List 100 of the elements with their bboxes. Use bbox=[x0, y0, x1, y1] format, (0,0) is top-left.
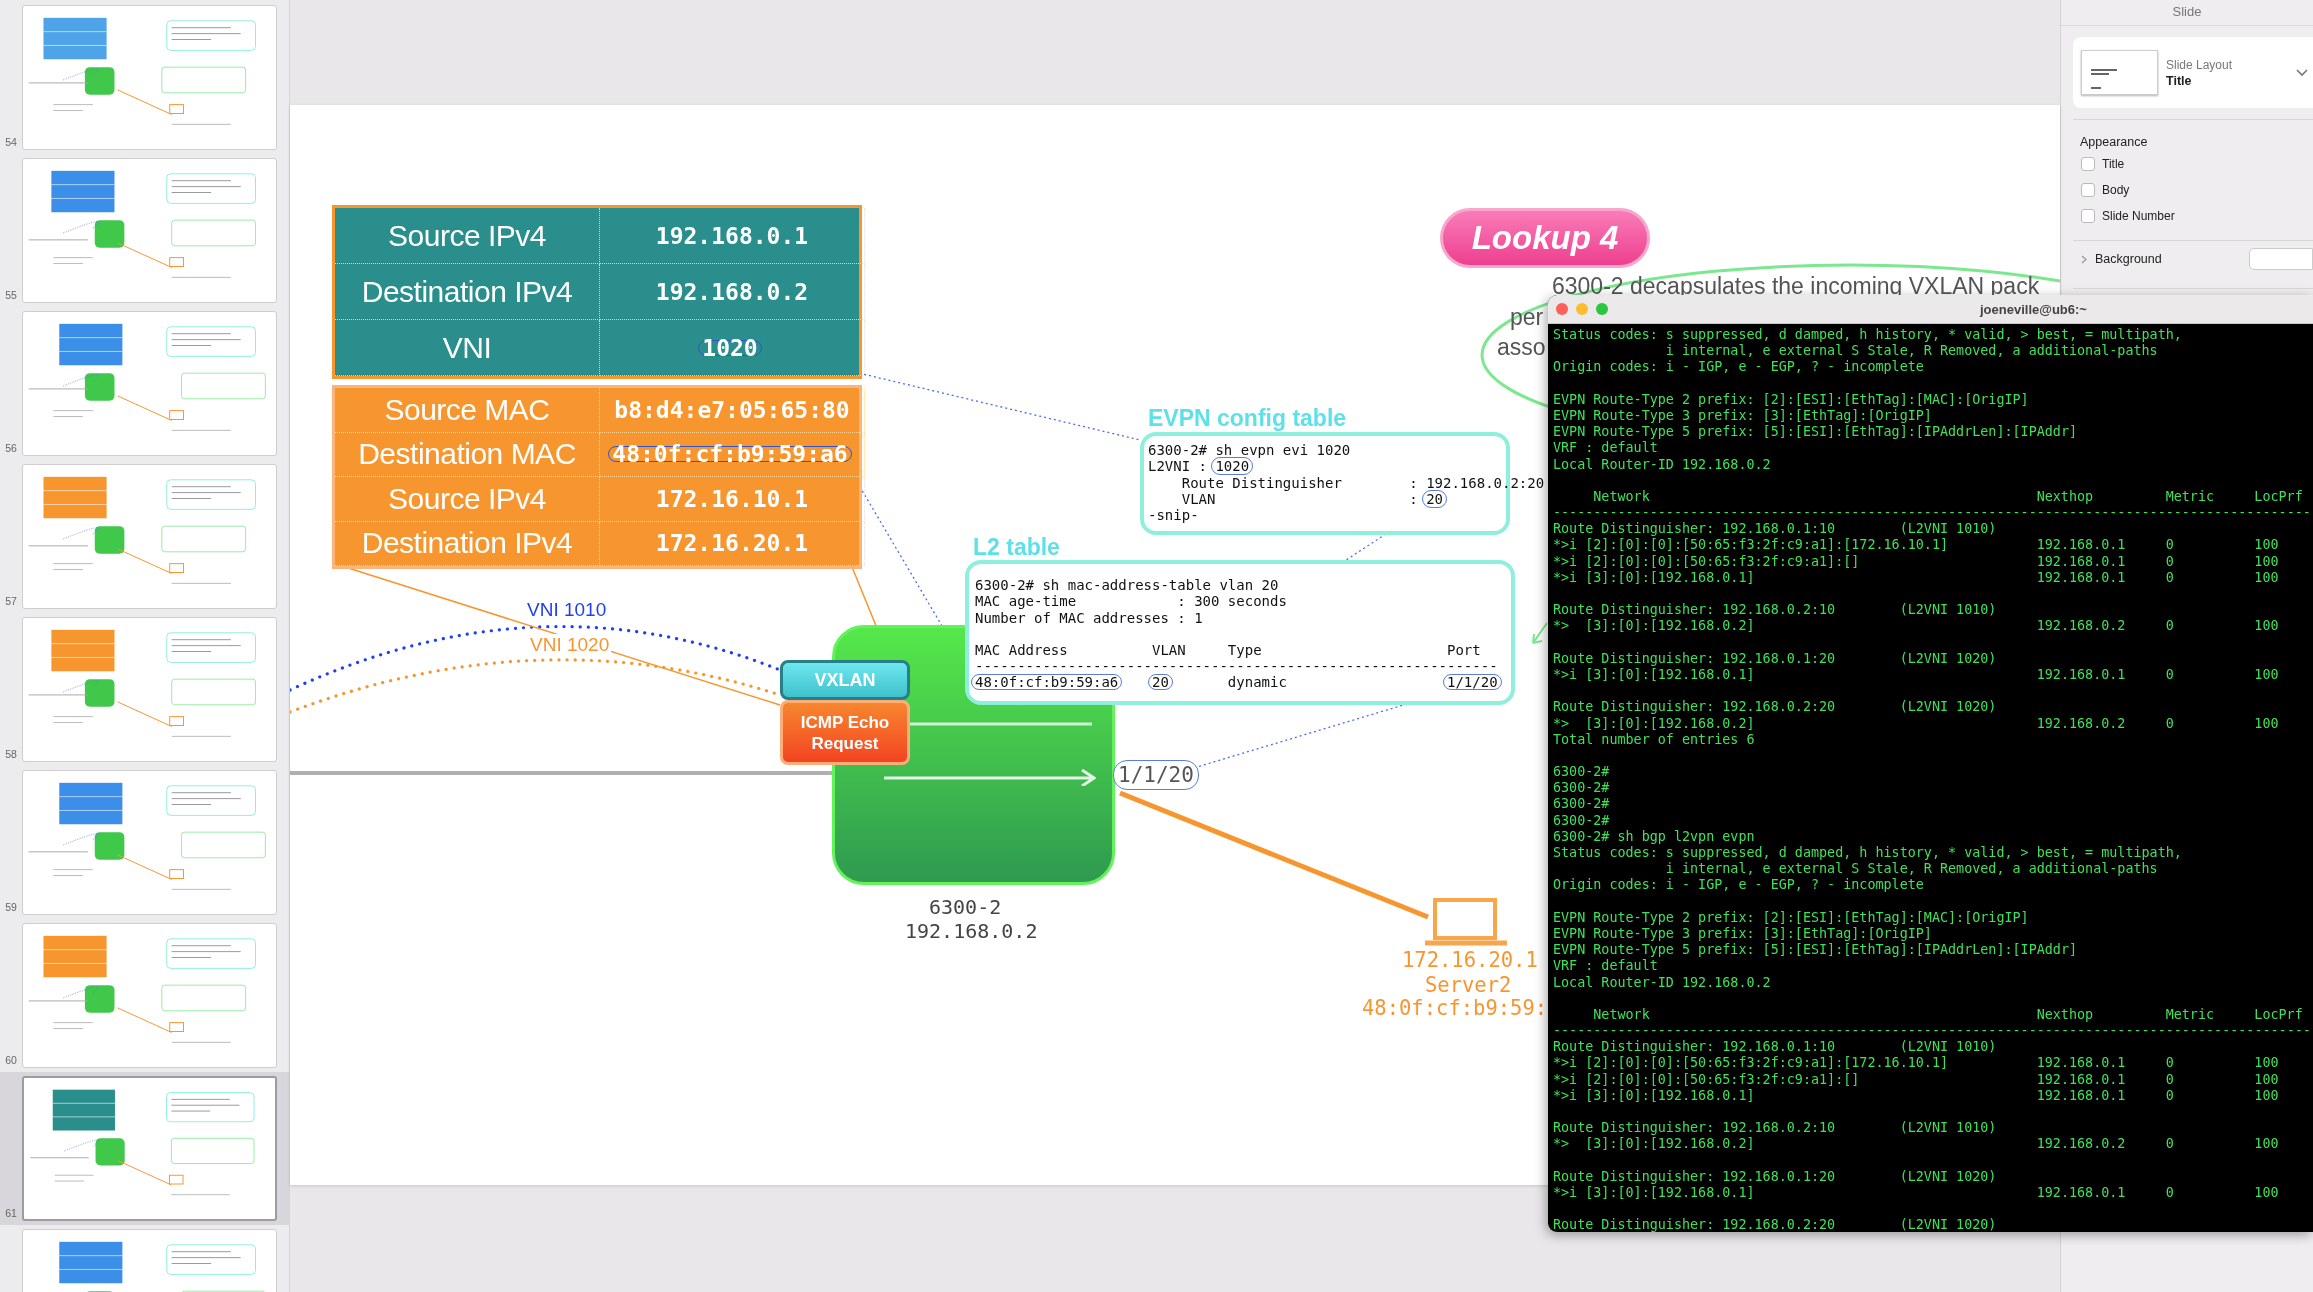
table-cell: *> [3]:[0]:[192.168.0.2] bbox=[1553, 618, 1755, 635]
layout-label: Slide Layout bbox=[2166, 57, 2233, 72]
table-cell: 192.168.0.1 bbox=[2036, 666, 2126, 684]
terminal-line: EVPN Route-Type 3 prefix: [3]:[EthTag]:[OrigIP] bbox=[1553, 407, 1932, 423]
terminal-text: (L2VNI 1020) bbox=[1899, 699, 1997, 716]
column-header: Metric bbox=[2165, 1006, 2215, 1024]
terminal-line: 6300-2# bbox=[1553, 780, 1610, 796]
terminal-text: Route Distinguisher: 192.168.0.2:10 bbox=[1553, 1120, 1836, 1137]
layout-picker[interactable]: Slide Layout Title bbox=[2073, 37, 2313, 108]
table-cell: 192.168.0.1 bbox=[2036, 553, 2126, 570]
table-cell: 0 bbox=[2165, 569, 2174, 586]
slide-thumbnail[interactable] bbox=[22, 770, 277, 915]
field-label: Source IPv4 bbox=[388, 218, 546, 253]
panel-title: Slide bbox=[2061, 0, 2313, 26]
table-cell: 0 bbox=[2165, 666, 2174, 684]
code-text: Route Distinguisher : 192.168.0.2:20 bbox=[1180, 474, 1545, 491]
field-value: 192.168.0.1 bbox=[654, 221, 810, 251]
laptop-icon bbox=[1425, 898, 1507, 946]
field-label: Destination MAC bbox=[358, 437, 576, 472]
table-cell: *>i [2]:[0]:[0]:[50:65:f3:2f:c9:a1]:[172.16.10.1] bbox=[1553, 1055, 1949, 1072]
server-address: 172.16.20.1 bbox=[1402, 948, 1538, 972]
code-text: L2VNI : bbox=[1148, 458, 1208, 475]
slide-thumbnail[interactable] bbox=[22, 923, 277, 1068]
checkbox[interactable] bbox=[2081, 209, 2095, 223]
table-cell: 192.168.0.1 bbox=[2036, 569, 2126, 586]
section-title: Appearance bbox=[2080, 135, 2149, 149]
terminal-line: i internal, e external S Stale, R Removed, a additional-paths bbox=[1664, 861, 2158, 877]
terminal-line: VRF : default bbox=[1553, 958, 1658, 974]
table-cell: *>i [2]:[0]:[0]:[50:65:f3:2f:c9:a1]:[] bbox=[1553, 553, 1860, 570]
column-header: VLAN bbox=[1152, 641, 1186, 658]
terminal-text: Route Distinguisher: 192.168.0.1:20 bbox=[1553, 650, 1836, 667]
terminal-line: Status codes: s suppressed, d damped, h history, * valid, > best, = multipath, bbox=[1553, 845, 2182, 860]
table-cell: 192.168.0.1 bbox=[2036, 537, 2126, 554]
table-cell: 192.168.0.1 bbox=[2036, 1071, 2126, 1088]
checkbox-label: Title bbox=[2102, 157, 2125, 171]
table-cell: 0 bbox=[2165, 618, 2174, 635]
slide-thumbnail[interactable] bbox=[22, 1076, 277, 1221]
slide-number: 54 bbox=[4, 136, 18, 148]
table-cell: 100 bbox=[2254, 1136, 2279, 1153]
table-cell: 100 bbox=[2254, 618, 2279, 635]
table-cell: 0 bbox=[2165, 1136, 2174, 1153]
table-cell: 0 bbox=[2165, 553, 2174, 570]
slide-thumbnail[interactable] bbox=[22, 617, 277, 762]
table-cell: *>i [3]:[0]:[192.168.0.1] bbox=[1553, 569, 1755, 586]
table-cell: 0 bbox=[2165, 1071, 2174, 1088]
slide-number: 55 bbox=[4, 289, 18, 301]
table-cell: 192.168.0.2 bbox=[2036, 618, 2126, 635]
column-header: Type bbox=[1227, 641, 1262, 658]
terminal-text: (L2VNI 1020) bbox=[1899, 650, 1997, 667]
table-cell: *> [3]:[0]:[192.168.0.2] bbox=[1553, 1136, 1755, 1153]
server-name: Server2 bbox=[1425, 973, 1512, 997]
port-label: 1/1/20 bbox=[1113, 760, 1199, 790]
window-title: joeneville@ub6:~ bbox=[1980, 301, 2087, 317]
slide-thumbnail[interactable] bbox=[22, 5, 277, 150]
checkbox[interactable] bbox=[2081, 183, 2095, 197]
column-header: Port bbox=[1447, 641, 1481, 658]
column-header: Network bbox=[1593, 1006, 1650, 1024]
table-cell: 100 bbox=[2254, 537, 2279, 554]
minimize-button[interactable] bbox=[1576, 303, 1588, 315]
terminal-line: EVPN Route-Type 2 prefix: [2]:[ESI]:[EthTag]:[MAC]:[OrigIP] bbox=[1553, 909, 2029, 925]
box-title: L2 table bbox=[973, 534, 1060, 561]
switch-name: 6300-2 bbox=[929, 895, 1002, 919]
table-cell: 192.168.0.2 bbox=[2036, 715, 2126, 732]
section-toggle[interactable]: Background bbox=[2095, 252, 2162, 266]
slide-number: 58 bbox=[4, 748, 18, 760]
table-cell: 192.168.0.1 bbox=[2036, 1184, 2126, 1202]
color-well[interactable] bbox=[2249, 248, 2313, 270]
box-title: EVPN config table bbox=[1148, 405, 1347, 432]
terminal-text: (L2VNI 1020) bbox=[1899, 1217, 1997, 1232]
table-cell: 100 bbox=[2254, 1087, 2279, 1104]
terminal-line: Origin codes: i - IGP, e - EGP, ? - incomplete bbox=[1553, 877, 1924, 893]
terminal-text: Route Distinguisher: 192.168.0.1:20 bbox=[1553, 1168, 1836, 1185]
terminal-line: Local Router-ID 192.168.0.2 bbox=[1553, 456, 1771, 472]
checkbox-label: Body bbox=[2102, 183, 2130, 197]
slide-number: 56 bbox=[4, 442, 18, 454]
slide-number: 61 bbox=[4, 1207, 18, 1219]
code-text: VLAN : bbox=[1180, 490, 1419, 507]
field-label: VNI bbox=[442, 330, 492, 365]
terminal-line: ---------------------------------------------------------------------------------------------- bbox=[1553, 505, 2311, 521]
table-cell: 100 bbox=[2254, 715, 2279, 732]
layout-value: Title bbox=[2166, 73, 2193, 88]
slide-thumbnail[interactable] bbox=[22, 464, 277, 609]
slide-thumbnail[interactable] bbox=[22, 311, 277, 456]
code-text: 6300-2# sh evpn evi 1020 bbox=[1148, 442, 1351, 458]
table-cell: *>i [2]:[0]:[0]:[50:65:f3:2f:c9:a1]:[] bbox=[1553, 1071, 1860, 1088]
checkbox[interactable] bbox=[2081, 157, 2095, 171]
callout-text: asso bbox=[1497, 334, 1546, 361]
slide-number: 57 bbox=[4, 595, 18, 607]
close-button[interactable] bbox=[1556, 303, 1568, 315]
table-cell: *>i [3]:[0]:[192.168.0.1] bbox=[1553, 666, 1755, 684]
packet-badge: VXLAN bbox=[780, 660, 910, 700]
checkbox-label: Slide Number bbox=[2102, 209, 2175, 223]
code-text: Number of MAC addresses : 1 bbox=[975, 609, 1203, 626]
field-label: Destination IPv4 bbox=[361, 274, 573, 309]
terminal-line: 6300-2# bbox=[1553, 764, 1610, 780]
terminal-line: Status codes: s suppressed, d damped, h history, * valid, > best, = multipath, bbox=[1553, 327, 2182, 342]
slide-thumbnail[interactable] bbox=[22, 158, 277, 303]
table-cell: *>i [3]:[0]:[192.168.0.1] bbox=[1553, 1087, 1755, 1104]
arrow-drawing bbox=[1532, 622, 1548, 644]
zoom-button[interactable] bbox=[1596, 303, 1608, 315]
